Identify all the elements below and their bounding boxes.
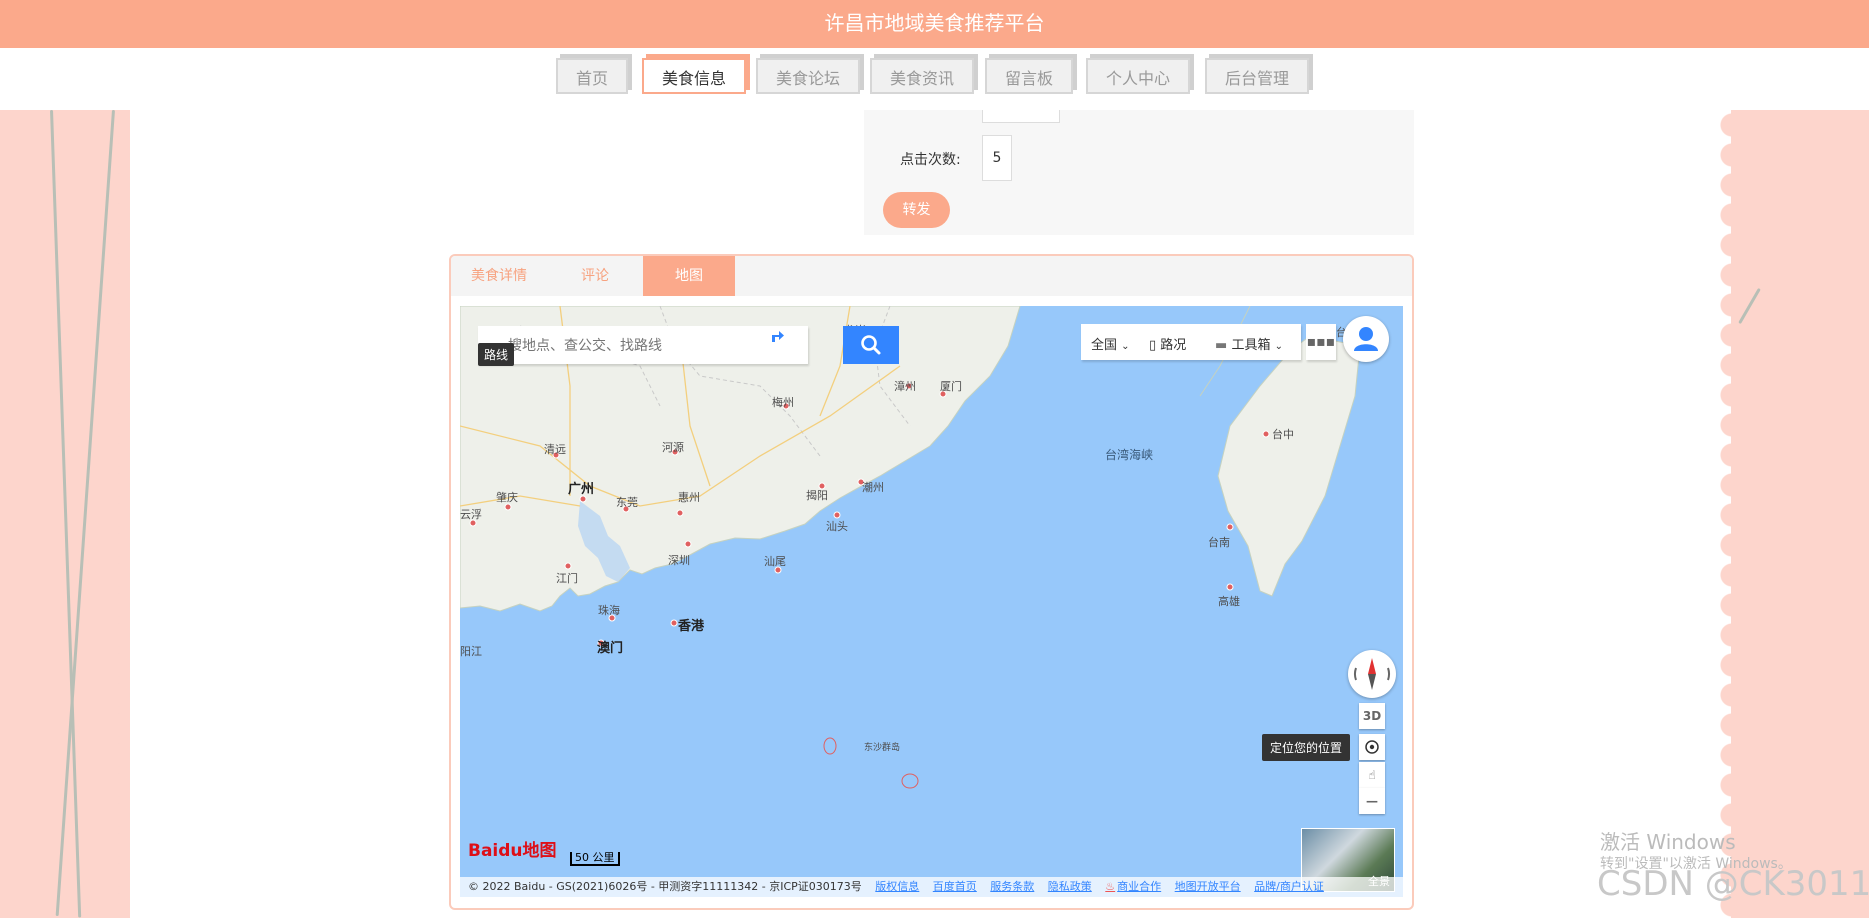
fire-icon: ♨ xyxy=(1105,880,1116,893)
traffic-light-icon: ▯ xyxy=(1149,338,1157,353)
map-scale: 50 公里 xyxy=(570,852,620,866)
user-icon xyxy=(1354,327,1378,351)
toolbox-button[interactable]: ▬ 工具箱 ⌄ xyxy=(1215,334,1283,353)
link-business[interactable]: 商业合作 xyxy=(1117,880,1161,893)
nav-message-board[interactable]: 留言板 xyxy=(985,58,1073,94)
link-open-platform[interactable]: 地图开放平台 xyxy=(1175,880,1241,893)
right-scallop-edge xyxy=(1718,110,1732,918)
left-scallop-edge xyxy=(118,110,132,918)
map-search-input[interactable] xyxy=(506,326,760,366)
click-count-value: 5 xyxy=(982,135,1012,181)
taiwan-island xyxy=(1217,335,1361,597)
map-label-xiamen: 厦门 xyxy=(940,380,962,393)
map-label-yangjiang: 阳江 xyxy=(460,645,482,658)
copyright-text: © 2022 Baidu - GS(2021)6026号 - 甲测资字11111… xyxy=(468,880,862,893)
route-button[interactable] xyxy=(768,326,806,364)
site-title-bar: 许昌市地域美食推荐平台 xyxy=(0,0,1869,48)
zoom-in-button[interactable]: ☝ xyxy=(1359,762,1385,788)
map-label-chaozhou: 潮州 xyxy=(862,481,884,494)
map-label-shenzhen: 深圳 xyxy=(668,554,690,567)
map-label-zhuhai: 珠海 xyxy=(598,604,620,617)
main-nav: 首页 美食信息 美食论坛 美食资讯 留言板 个人中心 后台管理 xyxy=(0,48,1869,110)
route-tooltip: 路线 xyxy=(478,343,515,366)
map-search-box xyxy=(478,326,808,366)
feedback-button[interactable]: ▪▪▪ xyxy=(1306,324,1336,360)
nav-food-info[interactable]: 美食信息 xyxy=(642,58,746,94)
link-baidu-home[interactable]: 百度首页 xyxy=(933,880,977,893)
windows-activation-title: 激活 Windows xyxy=(1600,830,1736,854)
click-count-label: 点击次数: xyxy=(900,152,961,168)
tab-bar: 美食详情 评论 地图 xyxy=(451,256,1412,296)
region-label: 全国 xyxy=(1091,338,1118,353)
map-label-meizhou: 梅州 xyxy=(772,396,794,409)
traffic-label: 路况 xyxy=(1160,338,1187,353)
map-label-taizhong: 台中 xyxy=(1272,428,1294,441)
nav-home[interactable]: 首页 xyxy=(556,58,628,94)
map-label-guangzhou: 广州 xyxy=(568,482,595,497)
nav-admin[interactable]: 后台管理 xyxy=(1205,58,1309,94)
chevron-down-icon: ⌄ xyxy=(1121,341,1130,352)
nav-personal-center[interactable]: 个人中心 xyxy=(1086,58,1190,94)
compass-icon xyxy=(1353,658,1391,690)
tab-map[interactable]: 地图 xyxy=(643,256,735,296)
toolbox-label: 工具箱 xyxy=(1231,338,1271,353)
tab-food-detail[interactable]: 美食详情 xyxy=(451,256,547,296)
map-label-jieyang: 揭阳 xyxy=(806,489,828,502)
right-decoration xyxy=(1731,110,1869,918)
map-label-zhangzhou: 漳州 xyxy=(894,380,916,393)
map-label-yunfu: 云浮 xyxy=(460,508,482,521)
map-toolbar: 全国 ⌄ ▯ 路况 ▬ 工具箱 ⌄ xyxy=(1081,324,1301,360)
locate-icon xyxy=(1365,740,1379,754)
map-label-dongguan: 东莞 xyxy=(616,496,638,509)
map-label-hongkong: 香港 xyxy=(678,619,705,634)
field-box-partial xyxy=(982,110,1060,123)
3d-toggle-button[interactable]: 3D xyxy=(1359,703,1385,729)
region-select[interactable]: 全国 ⌄ xyxy=(1091,334,1130,353)
map-label-jiangmen: 江门 xyxy=(556,572,578,585)
zoom-out-button[interactable]: — xyxy=(1359,788,1385,814)
chevron-down-icon: ⌄ xyxy=(1274,341,1283,352)
map-label-shantou: 汕头 xyxy=(826,520,848,533)
route-arrow-icon xyxy=(772,331,784,342)
baidu-map-logo: Baidu地图 xyxy=(468,841,557,861)
chat-bubble-icon: ▪▪▪ xyxy=(1306,334,1336,350)
share-button[interactable]: 转发 xyxy=(883,192,950,228)
map-label-macau: 澳门 xyxy=(597,641,624,656)
link-brand-cert[interactable]: 品牌/商户认证 xyxy=(1254,880,1324,893)
nav-food-news[interactable]: 美食资讯 xyxy=(870,58,974,94)
map-copyright-bar: © 2022 Baidu - GS(2021)6026号 - 甲测资字11111… xyxy=(460,877,1403,897)
map-label-taiwan-strait: 台湾海峡 xyxy=(1105,448,1154,462)
link-copyright-info[interactable]: 版权信息 xyxy=(875,880,919,893)
site-title: 许昌市地域美食推荐平台 xyxy=(824,11,1045,35)
baidu-map[interactable]: 龙岩 漳州 厦门 梅州 河源 清远 广州 东莞 惠州 肇庆 云浮 揭阳 潮州 汕… xyxy=(460,306,1403,897)
map-label-qingyuan: 清远 xyxy=(544,443,566,456)
locate-button[interactable] xyxy=(1359,734,1385,760)
map-label-shanwei: 汕尾 xyxy=(764,555,786,568)
map-label-dongsha: 东沙群岛 xyxy=(864,743,901,753)
user-account-button[interactable] xyxy=(1343,316,1389,362)
map-label-heyuan: 河源 xyxy=(662,441,684,454)
search-icon xyxy=(861,335,881,355)
map-label-gaoxiong: 高雄 xyxy=(1218,595,1240,608)
tab-comments[interactable]: 评论 xyxy=(547,256,643,296)
link-terms[interactable]: 服务条款 xyxy=(990,880,1034,893)
map-label-zhaoqing: 肇庆 xyxy=(496,491,518,504)
map-search-button[interactable] xyxy=(843,326,899,364)
map-label-tainan: 台南 xyxy=(1208,536,1230,549)
hand-cursor-icon: ☝ xyxy=(1368,768,1376,782)
toolbox-icon: ▬ xyxy=(1215,338,1228,353)
csdn-watermark: CSDN @CK3011 xyxy=(1597,864,1869,904)
map-label-huizhou: 惠州 xyxy=(678,491,700,504)
traffic-button[interactable]: ▯ 路况 xyxy=(1149,334,1186,353)
link-privacy[interactable]: 隐私政策 xyxy=(1048,880,1092,893)
nav-food-forum[interactable]: 美食论坛 xyxy=(756,58,860,94)
compass-control[interactable] xyxy=(1348,650,1396,698)
locate-tooltip: 定位您的位置 xyxy=(1262,734,1351,761)
